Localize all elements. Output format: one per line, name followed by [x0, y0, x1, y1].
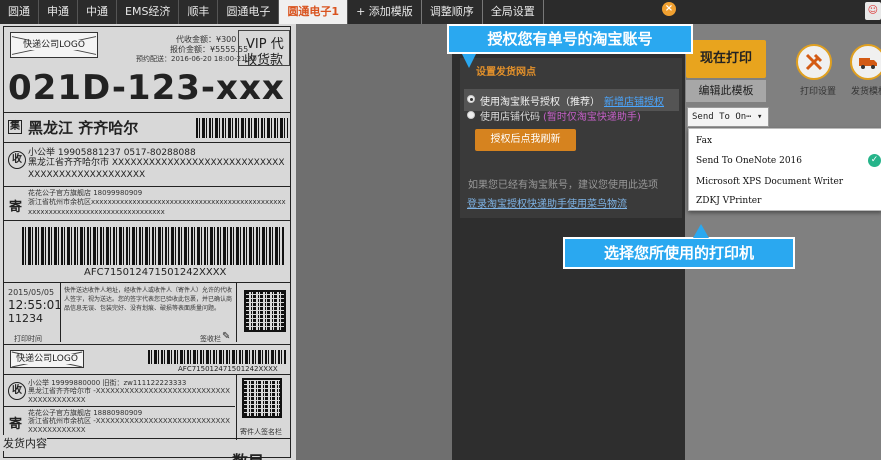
printer-option-xps[interactable]: Microsoft XPS Document Writer	[696, 177, 843, 187]
divider	[236, 282, 237, 342]
sender-address: 浙江省杭州市余杭区xxxxxxxxxxxxxxxxxxxxxxxxxxxxxxx…	[28, 198, 286, 216]
print-settings-label: 打印设置	[800, 87, 837, 97]
receiver-2-address: 黑龙江省齐齐哈尔市 -XXXXXXXXXXXXXXXXXXXXXXXXXXXXX…	[28, 387, 231, 404]
callout-arrow-down	[462, 54, 476, 68]
divider	[60, 282, 61, 342]
divider	[3, 374, 291, 375]
tab-yuantong-electronic[interactable]: 圆通电子	[218, 0, 280, 24]
settings-icon[interactable]	[796, 44, 832, 80]
divider	[3, 344, 291, 345]
divider	[3, 112, 291, 113]
sort-code: 021D-123-xxx	[8, 68, 285, 108]
tab-ems[interactable]: EMS经济	[117, 0, 180, 24]
option-store-code-radio[interactable]	[467, 111, 475, 119]
pencil-icon: ✎	[222, 331, 231, 342]
bottom-partial-text: 数目	[232, 448, 264, 460]
tab-zhongtong[interactable]: 中通	[78, 0, 117, 24]
barcode-text-2: AFC715012471501242XXXX	[178, 365, 278, 373]
company-logo-placeholder-2: 快递公司LOGO	[10, 350, 84, 368]
printer-option-onenote[interactable]: Send To OneNote 2016	[696, 156, 802, 166]
printer-select-value: Send To On⋯	[692, 112, 752, 122]
user-icon[interactable]: ☺	[864, 2, 881, 20]
tab-yuantong[interactable]: 圆通	[0, 0, 39, 24]
add-store-auth-link[interactable]: 新增店铺授权	[604, 93, 664, 108]
main-barcode	[22, 227, 284, 265]
chevron-down-icon: ▾	[757, 112, 763, 122]
second-barcode	[148, 350, 286, 364]
option-taobao-auth-label[interactable]: 使用淘宝账号授权（推荐）	[480, 93, 600, 108]
callout-arrow-up	[693, 224, 709, 238]
divider	[3, 406, 235, 407]
ship-template-label: 发货模板	[851, 87, 881, 97]
global-settings-button[interactable]: 全局设置	[483, 0, 544, 24]
sign-label: 签收栏	[200, 335, 221, 343]
tab-yuantong-electronic-1[interactable]: 圆通电子1	[279, 0, 349, 24]
shipment-content-label: 发货内容	[3, 435, 47, 451]
print-now-button[interactable]: 现在打印	[686, 40, 766, 78]
add-template-button[interactable]: + 添加模版	[348, 0, 422, 24]
destination-barcode	[196, 118, 288, 138]
callout-select-printer: 选择您所使用的打印机	[563, 237, 795, 269]
print-time-label: 打印时间	[14, 335, 42, 343]
refresh-after-auth-button[interactable]: 授权后点我刷新	[475, 129, 576, 151]
store-code-note: (暂时仅淘宝快递助手)	[543, 112, 641, 123]
printer-option-zdkj[interactable]: ZDKJ VPrinter	[696, 196, 761, 206]
hint-text: 如果您已经有淘宝账号，建议您使用此选项	[468, 180, 658, 191]
waybill-preview: 快递公司LOGO 代收金额：¥300 报价金额：¥5555.55 预约配送：20…	[0, 24, 296, 460]
callout-authorize-account: 授权您有单号的淘宝账号	[447, 24, 693, 54]
login-taobao-link[interactable]: 登录淘宝授权快递助手使用菜鸟物流	[467, 195, 627, 210]
reorder-button[interactable]: 调整顺序	[422, 0, 483, 24]
qr-code-2	[242, 378, 282, 418]
destination: 黑龙江 齐齐哈尔	[28, 119, 139, 137]
tab-shentong[interactable]: 申通	[39, 0, 78, 24]
edit-template-button[interactable]: 编辑此模板	[686, 80, 766, 102]
divider	[3, 186, 291, 187]
company-logo-placeholder: 快递公司LOGO	[10, 32, 98, 58]
printer-select[interactable]: Send To On⋯ ▾	[687, 107, 769, 127]
divider	[3, 282, 291, 283]
check-icon: ✓	[868, 154, 881, 167]
qr-code	[244, 290, 286, 332]
dest-marker: 集	[8, 120, 22, 134]
printer-option-fax[interactable]: Fax	[696, 136, 712, 146]
vip-line-2: 收货款	[244, 53, 284, 68]
divider	[3, 220, 291, 221]
divider	[236, 374, 237, 440]
print-time: 12:55:01	[8, 298, 62, 312]
sender-sign-label: 寄件人签名栏	[240, 428, 282, 436]
receiver-marker-2: 收	[8, 382, 26, 400]
close-icon[interactable]: ×	[662, 2, 676, 16]
divider	[3, 142, 291, 143]
print-date: 2015/05/05	[8, 288, 55, 297]
receiver-marker: 收	[8, 151, 26, 169]
template-tab-bar: 圆通 申通 中通 EMS经济 顺丰 圆通电子 圆通电子1 + 添加模版 调整顺序…	[0, 0, 881, 24]
sender-marker: 寄	[9, 200, 23, 215]
tab-shunfeng[interactable]: 顺丰	[179, 0, 219, 24]
package-count: 11234	[8, 312, 43, 325]
option-store-code-label[interactable]: 使用店铺代码	[480, 108, 540, 123]
option-taobao-auth-radio[interactable]	[467, 95, 475, 103]
barcode-text: AFC715012471501242XXXX	[84, 267, 227, 278]
sender-2-address: 浙江省杭州市余杭区 -XXXXXXXXXXXXXXXXXXXXXXXXXXXXX…	[28, 417, 231, 434]
delivery-notice: 快件送达收件人地址，经收件人或收件人（寄件人）允许的代收人签字，视为送达。您的签…	[64, 287, 232, 312]
receiver-address: 黑龙江省齐齐哈尔市 XXXXXXXXXXXXXXXXXXXXXXXXXXXXXX…	[28, 158, 285, 180]
dialog-title: 设置发货网点	[476, 67, 536, 78]
printer-dropdown: Fax Send To OneNote 2016 Microsoft XPS D…	[688, 128, 881, 211]
sender-marker-2: 寄	[9, 417, 23, 432]
truck-icon[interactable]	[850, 44, 881, 80]
